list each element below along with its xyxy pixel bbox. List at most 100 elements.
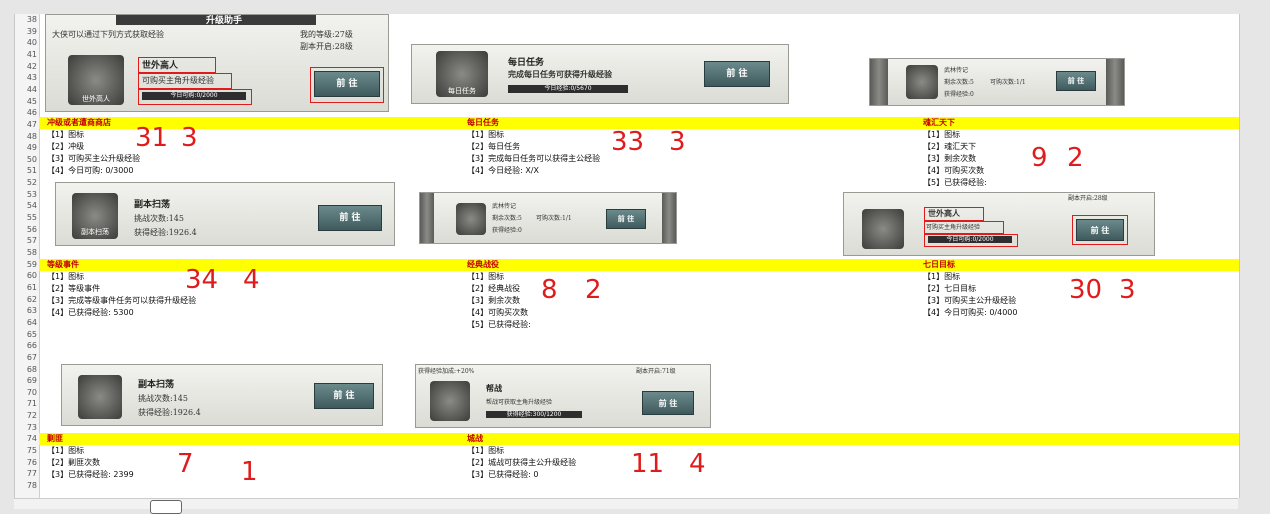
dungeon-open: 副本开启:28级	[300, 42, 353, 51]
got-exp: 获得经验:0	[492, 227, 522, 234]
item-desc: 可购买主角升级经验	[142, 76, 214, 85]
section-line: 【2】冲级	[47, 142, 85, 151]
annotation-number: 8	[541, 275, 558, 305]
annotation-number: 3	[669, 127, 686, 157]
row-number: 40	[26, 38, 37, 48]
section-line: 【4】可购买次数	[923, 166, 985, 175]
row-number: 55	[26, 213, 37, 223]
buy-count: 可购次数:1/1	[990, 79, 1026, 86]
annotation-number: 9	[1031, 143, 1048, 173]
row-number: 45	[26, 96, 37, 106]
row-number: 39	[26, 26, 37, 36]
go-button[interactable]: 前 往	[1076, 219, 1124, 241]
upgrade-assistant-panel: 升级助手 大侠可以通过下列方式获取经验 我的等级:27级 副本开启:28级 世外…	[45, 14, 389, 112]
progress-bar: 获得经验:300/1200	[486, 411, 582, 418]
annotation-number: 1	[241, 457, 258, 487]
annotation-number: 4	[243, 265, 260, 295]
row-number: 63	[26, 306, 37, 316]
item-desc: 帮战可获取主角升级经验	[486, 399, 553, 406]
exp-bar: 今日经验:0/5670	[508, 85, 628, 93]
row-number: 57	[26, 236, 37, 246]
section-title: 经典战役	[467, 260, 499, 269]
go-button[interactable]: 前 往	[606, 209, 646, 229]
section-line: 【2】剿匪次数	[47, 458, 101, 467]
row-number: 54	[26, 201, 37, 211]
dungeon-open: 副本开启:71级	[636, 368, 676, 375]
row-number: 75	[26, 446, 37, 456]
toolbar-button[interactable]	[150, 500, 182, 514]
go-button[interactable]: 前 往	[318, 205, 382, 231]
dungeon-sweep-icon: 副本扫荡	[72, 193, 118, 239]
annotation-number: 7	[177, 449, 194, 479]
daily-task-panel: 每日任务 每日任务 完成每日任务可获得升级经验 今日经验:0/5670 前 往	[411, 44, 789, 104]
row-number: 69	[26, 376, 37, 386]
section-title: 每日任务	[467, 118, 499, 127]
world-master-panel: 副本开启:28级 世外高人 可购买主角升级经验 今日可购:0/2000 前 往	[843, 192, 1155, 256]
row-number: 64	[26, 317, 37, 327]
challenge-count: 挑战次数:145	[138, 394, 188, 403]
row-number: 47	[26, 119, 37, 129]
my-level: 我的等级:27级	[300, 30, 353, 39]
section-line: 【1】图标	[923, 130, 961, 139]
go-button[interactable]: 前 往	[314, 71, 380, 97]
dungeon-sweep-icon	[78, 375, 122, 419]
section-line: 【1】图标	[47, 272, 85, 281]
item-name: 世外高人	[928, 208, 960, 218]
section-title: 等级事件	[47, 260, 79, 269]
section-band-row-74	[39, 433, 1239, 445]
wulin-panel: 武林传记 剩余次数:5 可购次数:1/1 获得经验:0 前 往	[869, 58, 1125, 106]
wulin-icon	[456, 203, 486, 235]
section-line: 【4】已获得经验: 5300	[47, 308, 134, 317]
section-line: 【4】今日可购买: 0/4000	[923, 308, 1018, 317]
section-line: 【2】等级事件	[47, 284, 101, 293]
section-line: 【2】城战可获得主公升级经验	[467, 458, 577, 467]
row-number: 73	[26, 422, 37, 432]
row-number: 44	[26, 84, 37, 94]
row-number: 46	[26, 108, 37, 118]
dungeon-sweep-panel-2: 副本扫荡 挑战次数:145 获得经验:1926.4 前 往	[61, 364, 383, 426]
section-line: 【2】魂汇天下	[923, 142, 977, 151]
row-number: 68	[26, 364, 37, 374]
annotation-number: 31	[135, 123, 169, 153]
today-bar: 今日可购:0/2000	[928, 236, 1012, 243]
section-line: 【1】图标	[923, 272, 961, 281]
help-battle-icon	[430, 381, 470, 421]
remain-count: 剩余次数:5	[944, 79, 974, 86]
row-number: 52	[26, 178, 37, 188]
annotation-number: 3	[181, 123, 198, 153]
section-title: 魂汇天下	[923, 118, 955, 127]
row-number: 72	[26, 411, 37, 421]
row-number: 60	[26, 271, 37, 281]
go-button[interactable]: 前 往	[1056, 71, 1096, 91]
wulin-icon	[906, 65, 938, 99]
row-number: 49	[26, 143, 37, 153]
help-battle-panel: 获得经验加成:+20% 副本开启:71级 帮战 帮战可获取主角升级经验 获得经验…	[415, 364, 711, 428]
item-name: 武林传记	[944, 67, 969, 74]
section-line: 【4】今日经验: X/X	[467, 166, 539, 175]
row-number: 56	[26, 224, 37, 234]
row-number: 43	[26, 73, 37, 83]
row-number: 62	[26, 294, 37, 304]
section-line: 【3】可购买主公升级经验	[47, 154, 141, 163]
master-icon	[862, 209, 904, 249]
row-number: 38	[26, 15, 37, 24]
remain-count: 剩余次数:5	[492, 215, 522, 222]
go-button[interactable]: 前 往	[314, 383, 374, 409]
section-line: 【1】图标	[47, 446, 85, 455]
annotation-number: 11	[631, 449, 665, 479]
go-button[interactable]: 前 往	[642, 391, 694, 415]
row-number: 59	[26, 259, 37, 269]
annotation-number: 33	[611, 127, 645, 157]
section-band-row-59	[39, 259, 1239, 271]
row-number: 74	[26, 434, 37, 444]
section-line: 【1】图标	[467, 130, 505, 139]
master-icon: 世外高人	[68, 55, 124, 105]
item-name: 副本扫荡	[138, 380, 175, 390]
panel-header: 升级助手	[206, 16, 243, 26]
annotation-number: 34	[185, 265, 219, 295]
annotation-number: 4	[689, 449, 706, 479]
section-line: 【1】图标	[467, 446, 505, 455]
go-button[interactable]: 前 往	[704, 61, 770, 87]
got-exp: 获得经验:1926.4	[134, 228, 197, 237]
row-number: 42	[26, 61, 37, 71]
